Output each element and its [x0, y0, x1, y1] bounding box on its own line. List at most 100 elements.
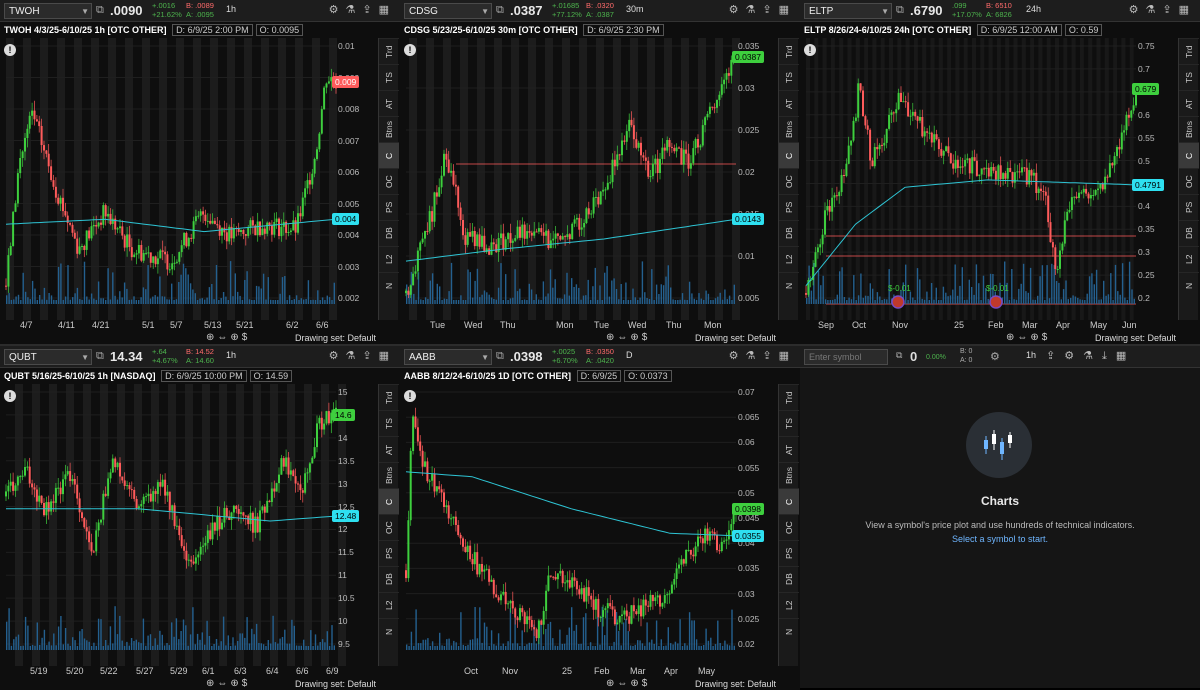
side-tab-ts[interactable]: TS [779, 64, 799, 90]
flask-icon[interactable]: ⚗ [346, 4, 363, 16]
grid-icon[interactable]: ▦ [779, 350, 796, 362]
pan-icon[interactable]: ⇔ [217, 332, 230, 343]
side-tab-trd[interactable]: Trd [379, 38, 399, 64]
dollar-icon[interactable]: $ [242, 678, 251, 689]
side-tab-l2[interactable]: L2 [379, 592, 399, 618]
zoom-icon[interactable]: ⊕ [606, 678, 617, 689]
side-tab-btns[interactable]: Btns [379, 116, 399, 142]
side-tab-c[interactable]: C [779, 142, 799, 168]
symbol-selector[interactable]: QUBT ▼ [4, 349, 92, 365]
side-tab-l2[interactable]: L2 [779, 246, 799, 272]
gear-icon[interactable]: ⚙ [990, 350, 1000, 363]
grid-icon[interactable]: ▦ [1179, 4, 1196, 16]
zoom-icon[interactable]: ⊕ [206, 332, 217, 343]
flask-icon[interactable]: ⚗ [346, 350, 363, 362]
alert-icon[interactable]: ! [4, 44, 16, 56]
side-tab-oc[interactable]: OC [779, 514, 799, 540]
symbol-selector[interactable]: ELTP ▼ [804, 3, 892, 19]
timeframe-selector[interactable]: 1h [226, 350, 236, 360]
dollar-icon[interactable]: $ [1042, 332, 1051, 343]
pan-icon[interactable]: ⇔ [1017, 332, 1030, 343]
side-tab-l2[interactable]: L2 [379, 246, 399, 272]
chevron-down-icon[interactable]: ▼ [481, 7, 489, 16]
side-tab-db[interactable]: DB [779, 566, 799, 592]
side-tab-l2[interactable]: L2 [779, 592, 799, 618]
side-tab-db[interactable]: DB [379, 220, 399, 246]
symbol-selector[interactable]: TWOH ▼ [4, 3, 92, 19]
pan-icon[interactable]: ⇔ [617, 332, 630, 343]
side-tab-oc[interactable]: OC [379, 514, 399, 540]
alert-icon[interactable]: ! [404, 390, 416, 402]
side-tab-ts[interactable]: TS [379, 410, 399, 436]
side-tab-c[interactable]: C [379, 488, 399, 514]
side-tab-n[interactable]: N [379, 272, 399, 298]
timeframe-selector[interactable]: 1h [226, 4, 236, 14]
gear-icon[interactable]: ⚙ [729, 350, 746, 362]
side-tab-n[interactable]: N [379, 618, 399, 644]
side-tab-at[interactable]: AT [379, 90, 399, 116]
side-tab-trd[interactable]: Trd [779, 384, 799, 410]
gear-icon[interactable]: ⚙ [329, 350, 346, 362]
flask-icon[interactable]: ⚗ [1083, 350, 1102, 362]
symbol-input[interactable]: Enter symbol [804, 349, 888, 365]
side-tab-ps[interactable]: PS [379, 540, 399, 566]
side-tab-ts[interactable]: TS [1179, 64, 1199, 90]
side-tab-at[interactable]: AT [779, 90, 799, 116]
side-tab-btns[interactable]: Btns [379, 462, 399, 488]
zoom-icon[interactable]: ⊕ [206, 678, 217, 689]
side-tab-oc[interactable]: OC [379, 168, 399, 194]
settings-icon[interactable]: ⚙ [1064, 350, 1083, 362]
gear-icon[interactable]: ⚙ [1129, 4, 1146, 16]
side-tab-ps[interactable]: PS [1179, 194, 1199, 220]
timeframe-selector[interactable]: 24h [1026, 4, 1041, 14]
link-icon[interactable]: ⧉ [96, 4, 104, 17]
side-tab-n[interactable]: N [779, 272, 799, 298]
dollar-icon[interactable]: $ [242, 332, 251, 343]
zoom-icon[interactable]: ⊕ [606, 332, 617, 343]
share-icon[interactable]: ⇪ [762, 4, 778, 16]
side-tab-ps[interactable]: PS [779, 194, 799, 220]
gear-icon[interactable]: ⚙ [729, 4, 746, 16]
side-tab-db[interactable]: DB [1179, 220, 1199, 246]
side-tab-c[interactable]: C [779, 488, 799, 514]
share-icon[interactable]: ⇪ [1046, 350, 1064, 362]
side-tab-at[interactable]: AT [1179, 90, 1199, 116]
chevron-down-icon[interactable]: ▼ [81, 7, 89, 16]
side-tab-ts[interactable]: TS [779, 410, 799, 436]
timeframe-selector[interactable]: 30m [626, 4, 644, 14]
side-tab-n[interactable]: N [1179, 272, 1199, 298]
side-tab-btns[interactable]: Btns [779, 116, 799, 142]
side-tab-trd[interactable]: Trd [1179, 38, 1199, 64]
chevron-down-icon[interactable]: ▼ [881, 7, 889, 16]
link-icon[interactable]: ⧉ [896, 350, 902, 361]
alert-icon[interactable]: ! [404, 44, 416, 56]
drawing-set[interactable]: Drawing set: Default [695, 333, 776, 343]
symbol-selector[interactable]: AABB ▼ [404, 349, 492, 365]
side-tab-db[interactable]: DB [379, 566, 399, 592]
side-tab-btns[interactable]: Btns [779, 462, 799, 488]
share-icon[interactable]: ⇪ [362, 350, 378, 362]
side-tab-at[interactable]: AT [779, 436, 799, 462]
gear-icon[interactable]: ⚙ [329, 4, 346, 16]
chevron-down-icon[interactable]: ▼ [481, 353, 489, 362]
drawing-set[interactable]: Drawing set: Default [1095, 333, 1176, 343]
crosshair-icon[interactable]: ⊕ [1030, 332, 1041, 343]
share-icon[interactable]: ⇪ [1162, 4, 1178, 16]
grid-icon[interactable]: ▦ [1116, 350, 1135, 362]
symbol-selector[interactable]: CDSG ▼ [404, 3, 492, 19]
side-tab-ps[interactable]: PS [379, 194, 399, 220]
link-icon[interactable]: ⧉ [896, 4, 904, 17]
side-tab-n[interactable]: N [779, 618, 799, 644]
pan-icon[interactable]: ⇔ [217, 678, 230, 689]
side-tab-db[interactable]: DB [779, 220, 799, 246]
grid-icon[interactable]: ▦ [379, 4, 396, 16]
crosshair-icon[interactable]: ⊕ [230, 332, 241, 343]
crosshair-icon[interactable]: ⊕ [630, 678, 641, 689]
price-chart[interactable] [400, 38, 800, 320]
flask-icon[interactable]: ⚗ [746, 4, 763, 16]
alert-icon[interactable]: ! [4, 390, 16, 402]
side-tab-trd[interactable]: Trd [779, 38, 799, 64]
pin-icon[interactable]: ⤓ [1102, 350, 1116, 362]
grid-icon[interactable]: ▦ [779, 4, 796, 16]
link-icon[interactable]: ⧉ [496, 4, 504, 17]
